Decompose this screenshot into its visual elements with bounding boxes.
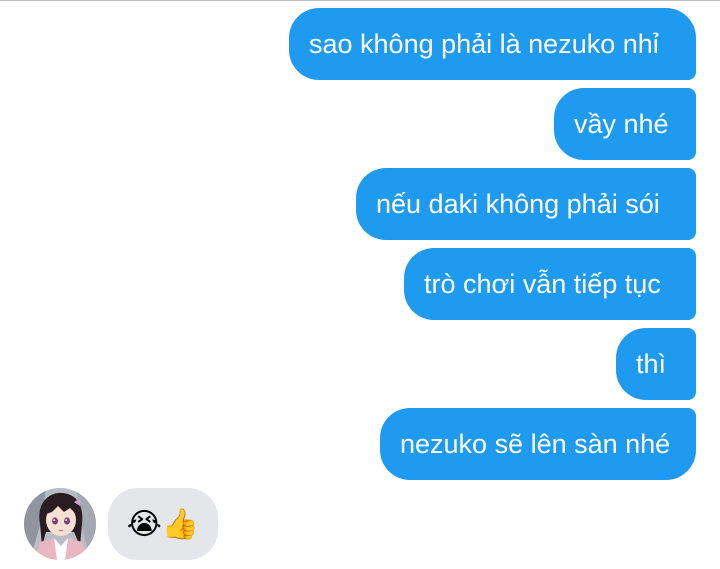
outgoing-message[interactable]: nếu daki không phải sói bbox=[356, 168, 696, 240]
outgoing-message[interactable]: nezuko sẽ lên sàn nhé bbox=[380, 408, 696, 480]
anime-girl-avatar-icon bbox=[24, 488, 96, 560]
outgoing-message[interactable]: vầy nhé bbox=[554, 88, 696, 160]
incoming-message[interactable]: 😭 👍 bbox=[108, 488, 218, 560]
crying-face-icon: 😭 bbox=[126, 506, 162, 542]
outgoing-message[interactable]: thì bbox=[616, 328, 696, 400]
outgoing-message[interactable]: trò chơi vẫn tiếp tục bbox=[404, 248, 696, 320]
outgoing-message[interactable]: sao không phải là nezuko nhỉ bbox=[289, 8, 696, 80]
chat-thread[interactable]: sao không phải là nezuko nhỉ vầy nhé nếu… bbox=[0, 0, 720, 569]
avatar[interactable] bbox=[24, 488, 96, 560]
thumbs-up-icon: 👍 bbox=[161, 506, 200, 542]
